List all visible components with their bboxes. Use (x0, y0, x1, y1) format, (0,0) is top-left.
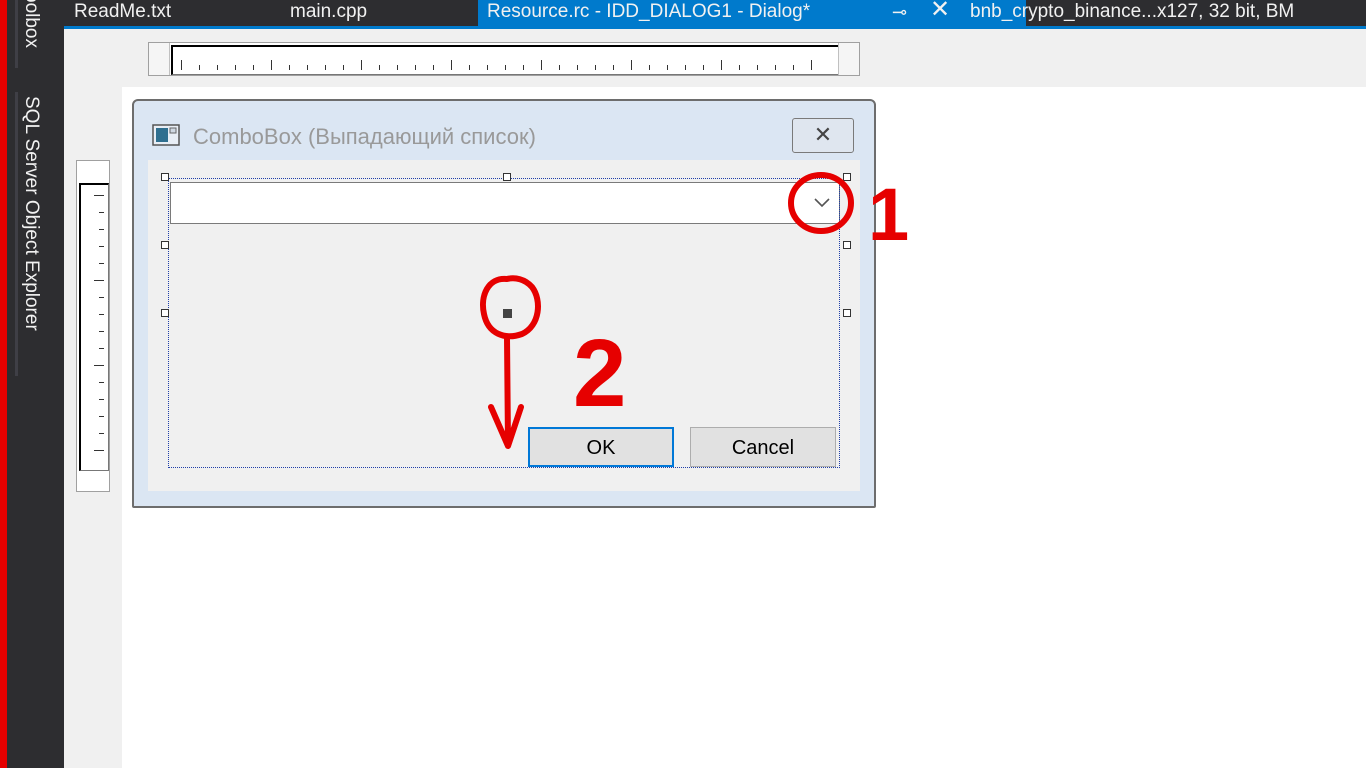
sql-server-object-explorer-side-tab[interactable]: SQL Server Object Explorer (20, 96, 42, 331)
resize-handle-right[interactable] (843, 309, 851, 317)
ruler-tick (181, 60, 182, 70)
ruler-tick (99, 382, 104, 383)
control-selection-outline (168, 178, 840, 468)
ruler-tick (99, 263, 104, 264)
ruler-tick (99, 212, 104, 213)
tool-strip-divider (15, 92, 18, 376)
pin-icon[interactable]: ⊸ (892, 0, 907, 24)
vertical-ruler-scale (79, 183, 109, 471)
ruler-tick (721, 60, 722, 70)
tab-bnb-crypto-binance[interactable]: bnb_crypto_binance...x127, 32 bit, BM (970, 0, 1366, 26)
ruler-tick (415, 65, 416, 70)
ruler-tick (99, 348, 104, 349)
ruler-tick (94, 280, 104, 281)
cancel-button[interactable]: Cancel (690, 427, 836, 467)
tool-window-strip: oolbox SQL Server Object Explorer (0, 0, 64, 768)
ruler-tick (99, 399, 104, 400)
ruler-tick (217, 65, 218, 70)
ruler-tick (94, 450, 104, 451)
ruler-tick (289, 65, 290, 70)
ruler-tick (469, 65, 470, 70)
ruler-tick (361, 60, 362, 70)
tool-strip-divider (15, 0, 18, 68)
ruler-tick (397, 65, 398, 70)
ruler-tick (649, 65, 650, 70)
ruler-tick (487, 65, 488, 70)
ruler-tick (613, 65, 614, 70)
tab-main-cpp[interactable]: main.cpp (290, 0, 470, 26)
ruler-tick (199, 65, 200, 70)
dialog-close-button[interactable]: ✕ (792, 118, 854, 153)
close-tab-icon[interactable]: ✕ (930, 0, 950, 22)
ruler-tick (99, 297, 104, 298)
ruler-tick (631, 60, 632, 70)
ruler-tick (793, 65, 794, 70)
ruler-end-cap (838, 43, 859, 75)
ruler-tick (99, 416, 104, 417)
ruler-tick (94, 365, 104, 366)
ruler-tick (739, 65, 740, 70)
ruler-tick (505, 65, 506, 70)
ruler-tick (757, 65, 758, 70)
ruler-tick (559, 65, 560, 70)
ruler-tick (667, 65, 668, 70)
resize-handle-top-left[interactable] (161, 173, 169, 181)
ruler-tick (703, 65, 704, 70)
tab-resource-dialog[interactable]: Resource.rc - IDD_DIALOG1 - Dialog* ⊸ ✕ (478, 0, 1026, 26)
ruler-tick (685, 65, 686, 70)
resize-handle-left-upper[interactable] (161, 241, 169, 249)
left-edge-marker (0, 0, 7, 768)
horizontal-ruler-scale (171, 45, 841, 75)
ruler-tick (99, 433, 104, 434)
ruler-tick (775, 65, 776, 70)
resize-handle-dropdown-bottom[interactable] (503, 309, 512, 318)
ruler-tick (99, 331, 104, 332)
ruler-tick (811, 60, 812, 70)
ruler-tick (94, 195, 104, 196)
ruler-tick (379, 65, 380, 70)
ruler-tick (541, 60, 542, 70)
dialog-title: ComboBox (Выпадающий список) (193, 124, 536, 149)
resize-handle-top-right[interactable] (843, 173, 851, 181)
ok-button[interactable]: OK (528, 427, 674, 467)
ruler-tick (99, 246, 104, 247)
ruler-tick (253, 65, 254, 70)
ruler-tick (343, 65, 344, 70)
ruler-tick (99, 314, 104, 315)
ruler-tick (523, 65, 524, 70)
dialog-window-icon (152, 124, 180, 146)
ruler-tick (307, 65, 308, 70)
ruler-tick (99, 229, 104, 230)
ruler-tick (451, 60, 452, 70)
ruler-tick (577, 65, 578, 70)
resize-handle-left[interactable] (161, 309, 169, 317)
ruler-tick (235, 65, 236, 70)
ruler-start-cap (149, 43, 170, 75)
vertical-ruler[interactable] (76, 160, 110, 492)
tab-readme[interactable]: ReadMe.txt (74, 0, 254, 26)
ruler-tick (325, 65, 326, 70)
ruler-tick (271, 60, 272, 70)
document-tab-strip: ReadMe.txt main.cpp Resource.rc - IDD_DI… (64, 0, 1366, 28)
ruler-tick (433, 65, 434, 70)
toolbox-side-tab[interactable]: oolbox (20, 0, 42, 72)
ruler-tick (595, 65, 596, 70)
resize-handle-right-upper[interactable] (843, 241, 851, 249)
tab-resource-label: Resource.rc - IDD_DIALOG1 - Dialog* (487, 1, 811, 22)
horizontal-ruler[interactable] (148, 42, 860, 76)
resize-handle-top[interactable] (503, 173, 511, 181)
